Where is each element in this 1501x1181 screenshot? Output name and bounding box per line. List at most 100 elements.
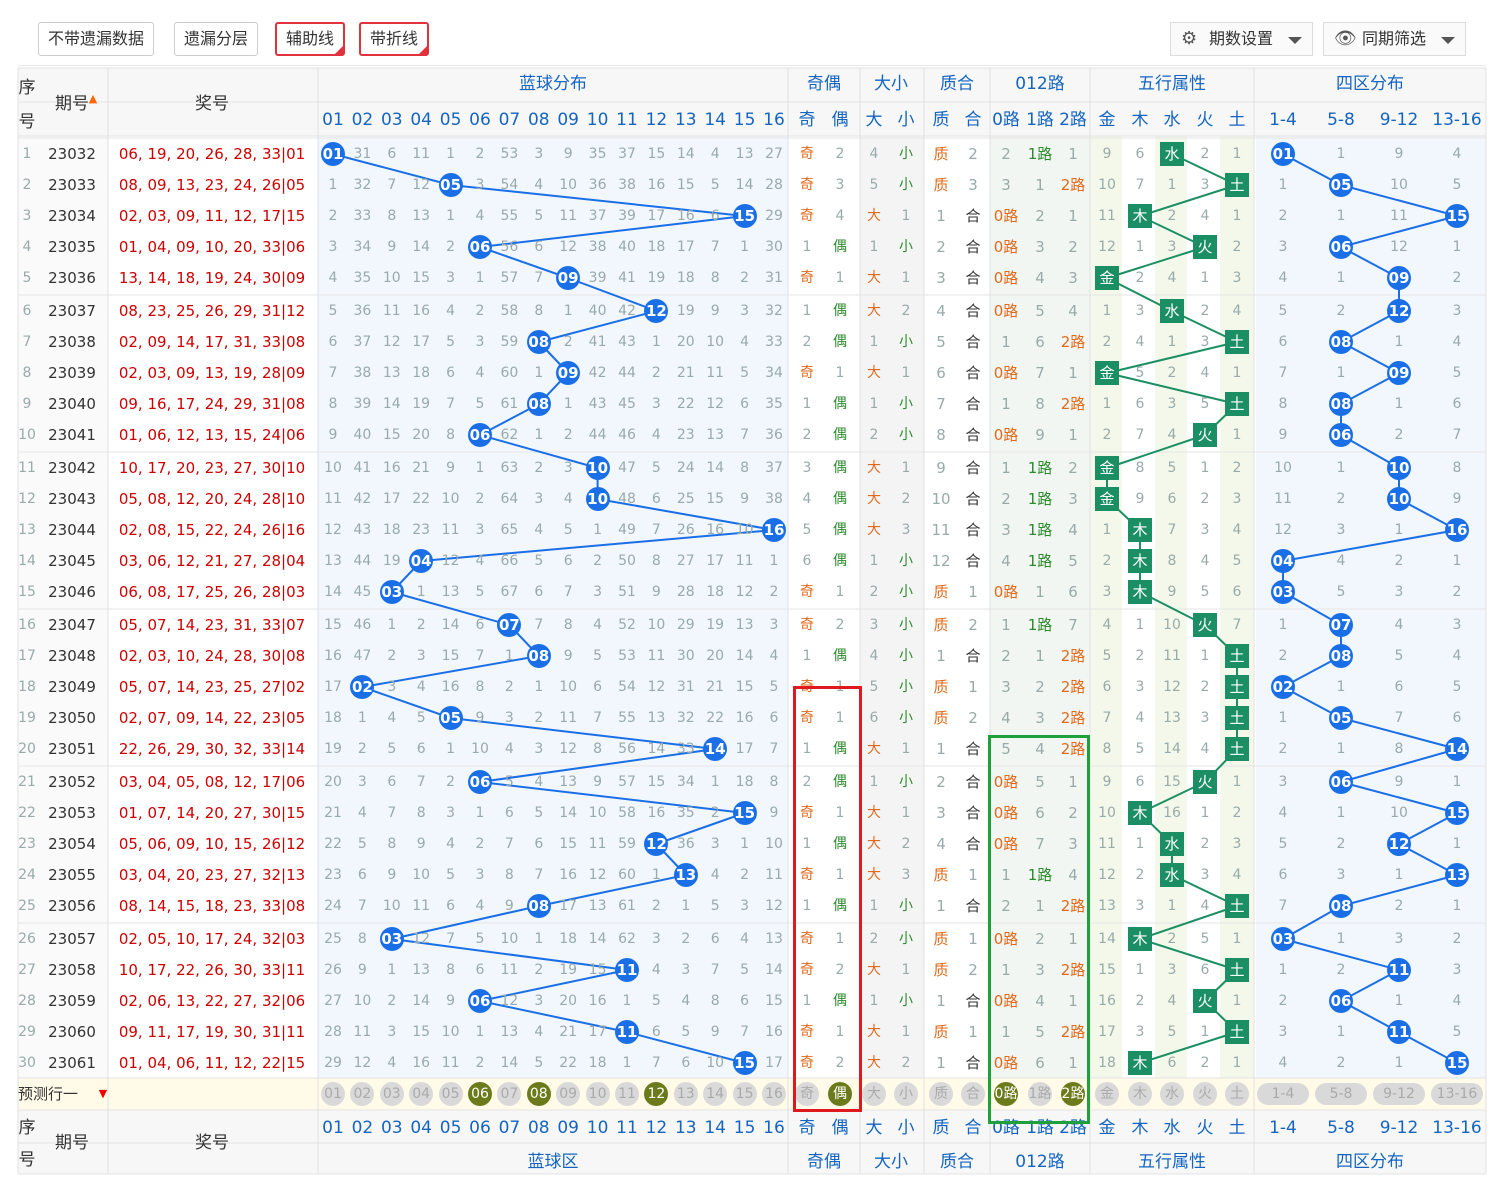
predict-wx-ball[interactable]: 水: [1160, 1082, 1184, 1106]
predict-blue-ball[interactable]: 16: [762, 1082, 786, 1106]
predict-blue-ball[interactable]: 08: [526, 1082, 551, 1106]
blue-miss-cell: 4: [387, 1055, 397, 1071]
wx-miss-cell: 3: [1200, 177, 1210, 193]
blue-miss-cell: 1: [651, 334, 661, 350]
zone-miss-cell: 1: [1394, 1055, 1404, 1071]
zone-miss-cell: 1: [1278, 617, 1288, 633]
blue-miss-cell: 15: [412, 1024, 431, 1040]
wx-element-box: 木: [1128, 1051, 1152, 1075]
blue-miss-cell: 9: [416, 836, 426, 852]
route-cell: 2路: [1060, 395, 1086, 413]
blue-num-footer: 03: [380, 1118, 403, 1138]
blue-miss-cell: 2: [387, 648, 397, 664]
wx-miss-cell: 1: [1102, 522, 1112, 538]
predict-expand-icon[interactable]: ▼: [96, 1083, 110, 1105]
predict-wx-ball[interactable]: 火: [1193, 1082, 1217, 1106]
blue-miss-cell: 12: [441, 553, 460, 569]
wx-miss-cell: 3: [1167, 962, 1177, 978]
pc-cell: 合: [965, 364, 981, 382]
zone-miss-cell: 4: [1336, 553, 1346, 569]
blue-miss-cell: 19: [412, 396, 431, 412]
route-header: 0路: [992, 110, 1020, 130]
predict-pc-ball[interactable]: 合: [961, 1082, 985, 1106]
sort-icon[interactable]: ▲: [86, 93, 100, 115]
predict-zone-ball[interactable]: 13-16: [1431, 1083, 1483, 1105]
zone-miss-cell: 2: [1394, 898, 1404, 914]
blue-miss-cell: 18: [647, 239, 666, 255]
row-draw: 01, 06, 12, 13, 15, 24|06: [118, 426, 306, 444]
wx-miss-cell: 2: [1135, 993, 1145, 1009]
oe-cell: 奇: [800, 617, 814, 633]
wx-miss-cell: 2: [1167, 208, 1177, 224]
predict-blue-ball[interactable]: 04: [409, 1082, 434, 1106]
predict-pc-ball[interactable]: 质: [929, 1082, 953, 1106]
bs-header: 小: [897, 110, 915, 130]
predict-bs-ball[interactable]: 大: [862, 1082, 886, 1106]
route-cell: 7: [1035, 364, 1045, 382]
blue-miss-cell: 31: [353, 146, 372, 162]
row-seq: 26: [18, 931, 36, 947]
blue-miss-cell: 38: [765, 491, 783, 507]
predict-blue-ball[interactable]: 06: [468, 1082, 492, 1106]
predict-blue-ball[interactable]: 10: [585, 1082, 610, 1106]
predict-blue-ball[interactable]: 05: [438, 1082, 463, 1106]
blue-miss-cell: 2: [681, 931, 691, 947]
row-period: 23033: [48, 176, 96, 194]
zone-header: 1-4: [1269, 110, 1297, 130]
predict-zone-ball[interactable]: 9-12: [1373, 1083, 1425, 1105]
blue-miss-cell: 6: [416, 741, 426, 757]
route-cell: 2路: [1060, 176, 1086, 194]
predict-blue-ball[interactable]: 13: [673, 1082, 698, 1106]
zone-miss-cell: 5: [1452, 177, 1462, 193]
blue-miss-cell: 15: [382, 427, 401, 443]
predict-blue-ball[interactable]: 14: [703, 1082, 728, 1106]
row-draw: 13, 14, 18, 19, 24, 30|09: [118, 269, 306, 287]
wx-miss-cell: 8: [1102, 741, 1112, 757]
wx-miss-cell: 4: [1167, 270, 1177, 286]
blue-num-header: 10: [586, 110, 609, 130]
oe-header: 偶: [831, 110, 849, 130]
route-cell: 0路: [993, 426, 1019, 444]
blue-miss-cell: 3: [651, 396, 661, 412]
blue-num-header: 15: [733, 110, 756, 130]
zone-ball: 15: [1445, 1051, 1469, 1075]
zone-miss-cell: 6: [1452, 396, 1462, 412]
route-cell: 2: [1001, 145, 1011, 163]
blue-miss-cell: 18: [706, 584, 725, 600]
predict-wx-ball[interactable]: 土: [1225, 1082, 1249, 1106]
route-header: 2路: [1059, 110, 1087, 130]
zone-miss-cell: 11: [1274, 491, 1292, 507]
bs-cell: 4: [869, 648, 879, 664]
blue-miss-cell: 13: [412, 208, 431, 224]
pc-cell: 合: [965, 426, 981, 444]
blue-miss-cell: 3: [475, 867, 485, 883]
predict-wx-ball[interactable]: 木: [1128, 1082, 1152, 1106]
blue-miss-cell: 32: [676, 710, 695, 726]
oe-cell: 偶: [833, 648, 847, 664]
blue-miss-cell: 21: [412, 460, 431, 476]
blue-miss-cell: 34: [353, 239, 372, 255]
blue-miss-cell: 19: [647, 270, 666, 286]
zone-miss-cell: 7: [1278, 898, 1288, 914]
zone-miss-cell: 2: [1452, 584, 1462, 600]
predict-blue-ball[interactable]: 09: [556, 1082, 581, 1106]
predict-blue-ball[interactable]: 01: [321, 1082, 345, 1106]
blue-num-footer: 06: [469, 1118, 491, 1138]
blue-miss-cell: 11: [588, 836, 607, 852]
predict-blue-ball[interactable]: 03: [379, 1082, 404, 1106]
predict-zone-ball[interactable]: 5-8: [1315, 1083, 1367, 1105]
blue-miss-cell: 15: [647, 774, 666, 790]
odd-even-highlight-box: [793, 686, 862, 1112]
predict-zone-ball[interactable]: 1-4: [1257, 1083, 1309, 1105]
predict-blue-ball[interactable]: 11: [615, 1082, 639, 1106]
zone-ball: 12: [1387, 832, 1411, 856]
blue-miss-cell: 13: [500, 1024, 519, 1040]
row-period: 23054: [48, 835, 96, 853]
predict-bs-ball[interactable]: 小: [894, 1082, 918, 1106]
predict-wx-ball[interactable]: 金: [1095, 1082, 1119, 1106]
blue-miss-cell: 3: [446, 270, 456, 286]
zone-ball: 10: [1387, 456, 1411, 480]
blue-miss-cell: 2: [563, 427, 573, 443]
oe-cell: 1: [835, 584, 845, 600]
predict-blue-ball[interactable]: 15: [732, 1082, 757, 1106]
